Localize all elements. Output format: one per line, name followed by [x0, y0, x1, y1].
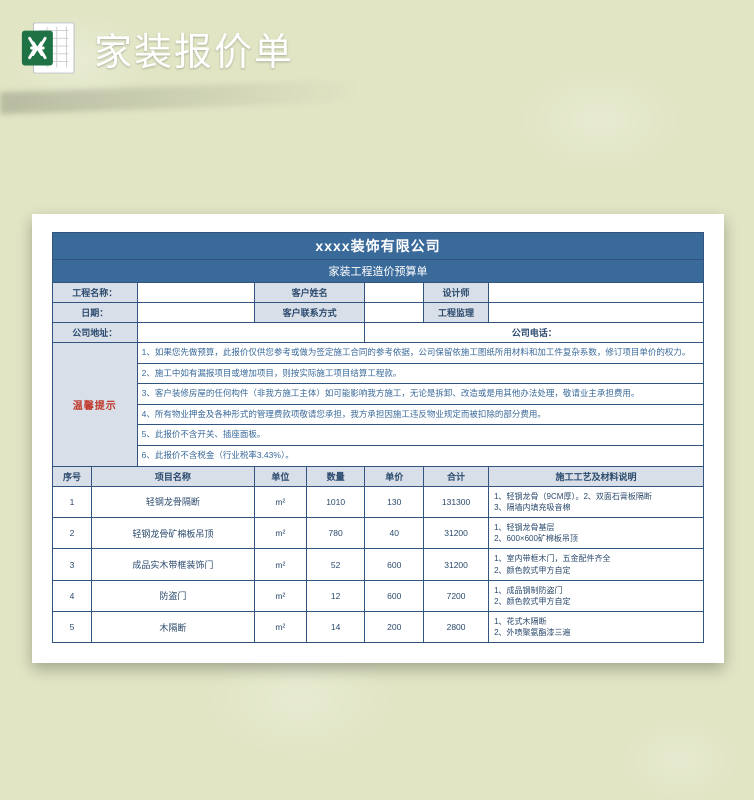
item-desc: 1、轻钢龙骨（9CM厚）。2、双面石膏板隔断3、隔墙内填充吸音棉	[489, 486, 704, 517]
item-row: 2 轻钢龙骨矿棉板吊顶 m² 780 40 31200 1、轻钢龙骨基层2、60…	[53, 517, 704, 548]
item-unit: m²	[254, 612, 306, 643]
item-no: 3	[53, 549, 92, 580]
item-total: 31200	[424, 517, 489, 548]
tip-5: 5、此报价不含开关、插座面板。	[137, 425, 703, 446]
col-unit: 单位	[254, 466, 306, 486]
item-name: 木隔断	[92, 612, 255, 643]
col-total: 合计	[424, 466, 489, 486]
item-name: 防盗门	[92, 580, 255, 611]
value-address	[137, 323, 365, 343]
item-unit: m²	[254, 517, 306, 548]
value-project	[137, 283, 254, 303]
label-project: 工程名称：	[53, 283, 138, 303]
value-date	[137, 303, 254, 323]
item-no: 5	[53, 612, 92, 643]
excel-icon: X	[18, 17, 80, 79]
col-name: 项目名称	[92, 466, 255, 486]
label-customer: 客户姓名	[254, 283, 365, 303]
tips-label: 温馨提示	[53, 343, 138, 467]
item-row: 3 成品实木带框装饰门 m² 52 600 31200 1、室内带框木门，五金配…	[53, 549, 704, 580]
item-no: 1	[53, 486, 92, 517]
item-total: 31200	[424, 549, 489, 580]
value-supervisor	[489, 303, 704, 323]
svg-text:X: X	[30, 37, 45, 61]
item-desc: 1、成品钢制防盗门2、颜色款式甲方自定	[489, 580, 704, 611]
item-total: 2800	[424, 612, 489, 643]
item-price: 130	[365, 486, 424, 517]
item-price: 600	[365, 580, 424, 611]
doc-subtitle: 家装工程造价预算单	[53, 260, 704, 283]
item-no: 4	[53, 580, 92, 611]
banner-title: 家装报价单	[94, 21, 294, 76]
tip-6: 6、此报价不含税金（行业税率3.43%）。	[137, 445, 703, 466]
item-row: 1 轻钢龙骨隔断 m² 1010 130 131300 1、轻钢龙骨（9CM厚）…	[53, 486, 704, 517]
item-unit: m²	[254, 549, 306, 580]
label-designer: 设计师	[424, 283, 489, 303]
item-qty: 12	[306, 580, 365, 611]
item-price: 200	[365, 612, 424, 643]
tips-row-1: 温馨提示 1、如果您先做预算，此报价仅供您参考或做为签定施工合同的参考依据，公司…	[53, 343, 704, 364]
quote-table: xxxx装饰有限公司 家装工程造价预算单 工程名称： 客户姓名 设计师 日期： …	[52, 232, 704, 643]
item-price: 600	[365, 549, 424, 580]
page-banner: X 家装报价单	[0, 0, 754, 96]
col-price: 单价	[365, 466, 424, 486]
info-row-2: 日期： 客户联系方式 工程监理	[53, 303, 704, 323]
tip-4: 4、所有物业押金及各种形式的管理费款项敬请您承担，我方承担因施工违反物业规定而被…	[137, 404, 703, 425]
label-date: 日期：	[53, 303, 138, 323]
item-qty: 780	[306, 517, 365, 548]
col-desc: 施工工艺及材料说明	[489, 466, 704, 486]
value-customer	[365, 283, 424, 303]
value-contact	[365, 303, 424, 323]
item-row: 4 防盗门 m² 12 600 7200 1、成品钢制防盗门2、颜色款式甲方自定	[53, 580, 704, 611]
item-row: 5 木隔断 m² 14 200 2800 1、花式木隔断2、外喷聚氨酯漆三遍	[53, 612, 704, 643]
label-contact: 客户联系方式	[254, 303, 365, 323]
item-qty: 52	[306, 549, 365, 580]
company-name: xxxx装饰有限公司	[53, 233, 704, 260]
label-phone: 公司电话：	[365, 323, 704, 343]
items-header: 序号 项目名称 单位 数量 单价 合计 施工工艺及材料说明	[53, 466, 704, 486]
item-unit: m²	[254, 580, 306, 611]
info-row-address: 公司地址： 公司电话：	[53, 323, 704, 343]
item-name: 成品实木带框装饰门	[92, 549, 255, 580]
title-row-company: xxxx装饰有限公司	[53, 233, 704, 260]
item-name: 轻钢龙骨矿棉板吊顶	[92, 517, 255, 548]
item-unit: m²	[254, 486, 306, 517]
title-row-subtitle: 家装工程造价预算单	[53, 260, 704, 283]
item-qty: 1010	[306, 486, 365, 517]
tip-1: 1、如果您先做预算，此报价仅供您参考或做为签定施工合同的参考依据，公司保留依施工…	[137, 343, 703, 364]
quote-document: xxxx装饰有限公司 家装工程造价预算单 工程名称： 客户姓名 设计师 日期： …	[32, 214, 724, 663]
col-qty: 数量	[306, 466, 365, 486]
tip-2: 2、施工中如有漏报项目或增加项目，则按实际施工项目结算工程款。	[137, 363, 703, 384]
item-desc: 1、室内带框木门，五金配件齐全2、颜色款式甲方自定	[489, 549, 704, 580]
item-qty: 14	[306, 612, 365, 643]
info-row-1: 工程名称： 客户姓名 设计师	[53, 283, 704, 303]
item-price: 40	[365, 517, 424, 548]
tip-3: 3、客户装修房屋的任何构件（非我方施工主体）如可能影响我方施工，无论是拆卸、改造…	[137, 384, 703, 405]
item-no: 2	[53, 517, 92, 548]
value-designer	[489, 283, 704, 303]
item-total: 7200	[424, 580, 489, 611]
item-desc: 1、轻钢龙骨基层2、600×600矿棉板吊顶	[489, 517, 704, 548]
col-no: 序号	[53, 466, 92, 486]
item-total: 131300	[424, 486, 489, 517]
label-address: 公司地址：	[53, 323, 138, 343]
item-desc: 1、花式木隔断2、外喷聚氨酯漆三遍	[489, 612, 704, 643]
item-name: 轻钢龙骨隔断	[92, 486, 255, 517]
label-supervisor: 工程监理	[424, 303, 489, 323]
